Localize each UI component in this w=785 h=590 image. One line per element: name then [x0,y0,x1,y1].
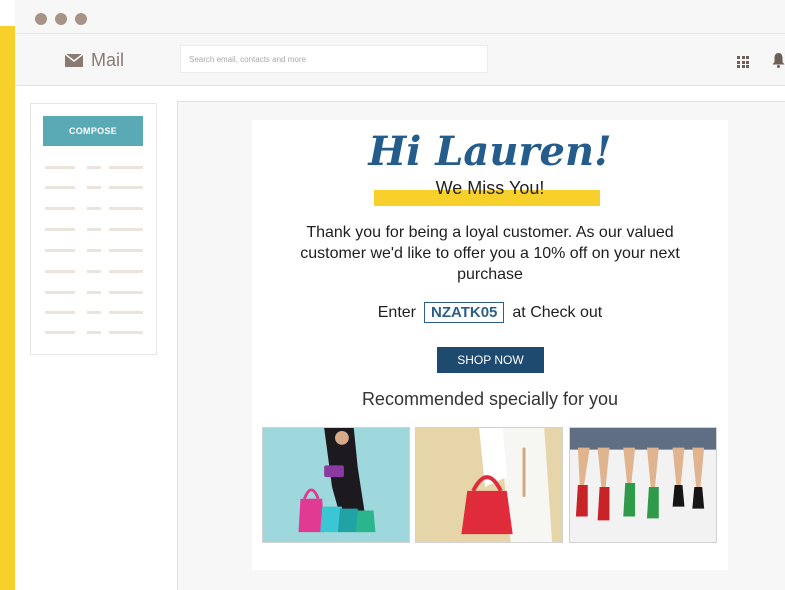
sidebar-item[interactable] [45,270,145,274]
sidebar-item[interactable] [45,249,145,253]
promo-code: NZATK05 [424,302,505,323]
product-image-boots[interactable] [569,427,717,543]
sidebar-item[interactable] [45,186,145,190]
product-image-red-tote[interactable] [415,427,563,543]
sidebar-item[interactable] [45,166,145,170]
window-titlebar [15,0,785,34]
subheading: We Miss You! [435,178,545,198]
apps-grid-icon[interactable] [737,56,749,68]
search-box[interactable] [180,45,488,73]
envelope-icon [64,53,84,67]
search-input[interactable] [181,46,487,72]
email-message: Thank you for being a loyal customer. As… [300,224,680,283]
shop-now-button[interactable]: SHOP NOW [437,347,544,373]
app-name: Mail [91,50,125,70]
sidebar: COMPOSE [30,103,157,355]
sidebar-item[interactable] [45,228,145,232]
email-body: Hi Lauren! We Miss You! Thank you for be… [252,120,728,570]
window-maximize-dot[interactable] [75,13,87,25]
greeting-heading: Hi Lauren! [368,128,612,175]
bell-icon[interactable] [772,52,785,68]
mail-brand[interactable]: Mail [64,50,125,71]
promo-row: Enter NZATK05 at Check out [252,302,728,323]
sidebar-item[interactable] [45,311,145,315]
app-header: Mail [15,34,785,86]
checkout-label: at Check out [512,303,603,321]
product-image-handbags[interactable] [262,427,410,543]
recommend-heading: Recommended specially for you [361,389,619,409]
sidebar-item[interactable] [45,331,145,335]
window-minimize-dot[interactable] [55,13,67,25]
enter-label: Enter [377,303,416,321]
compose-button[interactable]: COMPOSE [43,116,143,146]
sidebar-item[interactable] [45,291,145,295]
yellow-accent-bar [0,26,15,590]
sidebar-item[interactable] [45,207,145,211]
window-close-dot[interactable] [35,13,47,25]
